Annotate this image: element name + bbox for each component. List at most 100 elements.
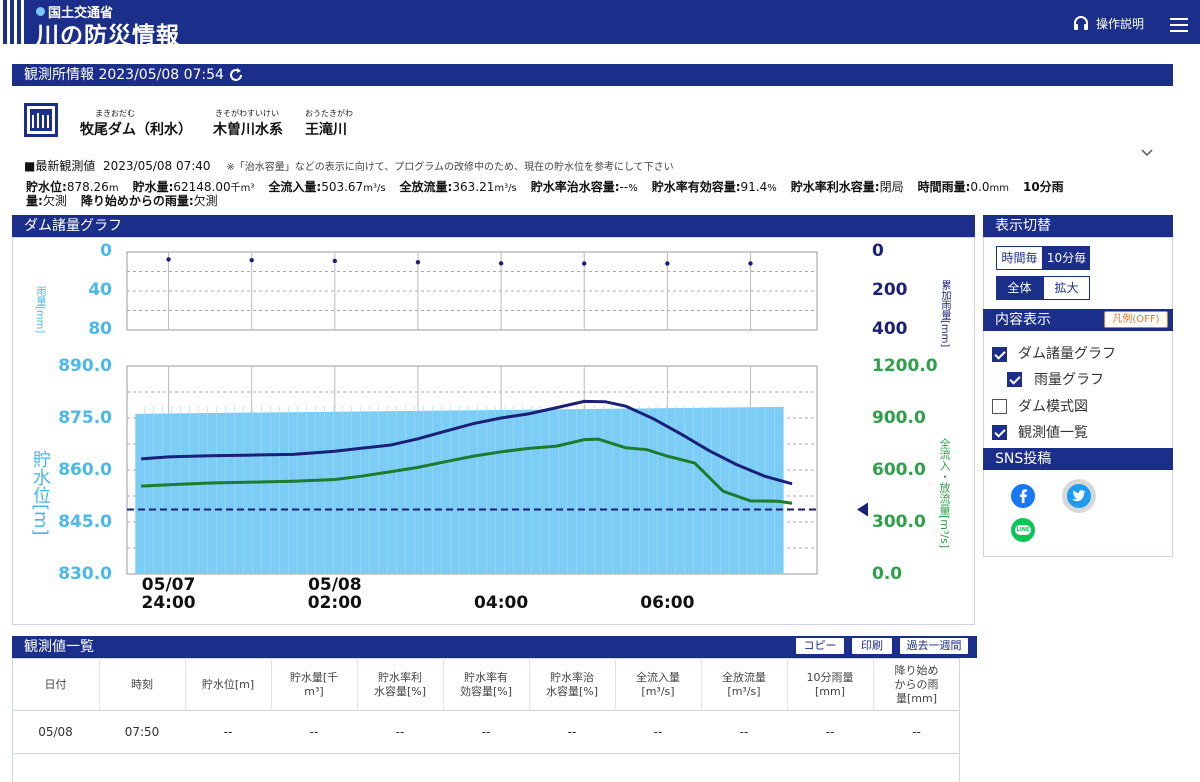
latest-item-label: 貯水率有効容量:: [651, 180, 741, 194]
graph-title: ダム諸量グラフ: [24, 218, 122, 234]
table-header-line: 降り始め: [894, 664, 939, 677]
latest-item-label: 全流入量:: [268, 180, 322, 194]
x-tick-date: 05/08: [308, 575, 362, 595]
table-header-line: 全流入量: [636, 671, 680, 684]
x-tick-label: 05/07 24:00: [129, 576, 209, 612]
table-cell: 07:50: [124, 725, 160, 739]
latest-item-unit: mm: [989, 183, 1009, 194]
print-button[interactable]: 印刷: [851, 637, 893, 655]
cumulative-rain-point: [582, 261, 587, 266]
sns-bar: SNS投稿: [983, 448, 1173, 470]
ten-min-toggle[interactable]: 10分毎: [1043, 246, 1090, 270]
refresh-icon[interactable]: [228, 67, 244, 83]
cumulative-rain-axis-title: 累加雨量[mm]: [939, 280, 950, 348]
dam-graph-checkbox[interactable]: [992, 347, 1007, 362]
table-header-cell: 貯水率有 効容量[%]: [443, 671, 529, 699]
hourly-toggle[interactable]: 時間毎: [996, 246, 1043, 270]
dam-graph-label: ダム諸量グラフ: [1018, 346, 1116, 362]
latest-item-label: 量:: [26, 194, 43, 208]
x-tick-date: [461, 576, 541, 594]
chevron-down-icon[interactable]: [1140, 148, 1154, 158]
app-header: 国土交通省 川の防災情報 操作説明: [0, 0, 1200, 49]
display-switch-title: 表示切替: [995, 218, 1051, 234]
hamburger-menu-icon[interactable]: [1170, 18, 1188, 32]
table-header-line: 水容量[%]: [545, 685, 599, 698]
table-header-line: 貯水量[千: [289, 671, 339, 684]
table-header-line: [m³/s]: [727, 685, 761, 698]
station-info-bar: 観測所情報 2023/05/08 07:54: [12, 64, 1173, 86]
table-header-line: 量[mm]: [895, 692, 937, 705]
table-header-line: からの雨: [894, 678, 939, 691]
flow-axis-title: 全流入・放流量[m³/s]: [938, 438, 951, 549]
river-ruby: おうたきがわ: [305, 109, 353, 118]
table-col-separator: [99, 658, 100, 710]
latest-item-unit: m³/s: [363, 183, 386, 194]
app-title[interactable]: 川の防災情報: [36, 16, 180, 50]
flow-tick-label: 600.0: [872, 460, 926, 480]
table-header-line: 貯水率治: [550, 671, 594, 684]
rain-right-tick-label: 200: [872, 280, 908, 300]
latest-item-label: 降り始めからの雨量:: [80, 194, 194, 208]
flow-tick-label: 1200.0: [872, 356, 938, 376]
table-header-cell: 貯水率利 水容量[%]: [357, 671, 443, 699]
table-col-separator: [529, 658, 530, 710]
latest-item-unit: %: [628, 183, 638, 194]
headphone-icon: [1074, 16, 1088, 30]
table-col-separator: [701, 658, 702, 710]
latest-item-value: --: [619, 180, 629, 194]
station-name: 牧尾ダム（利水）: [80, 122, 192, 138]
ministry-logo-icon: [36, 7, 45, 16]
graph-title-bar: ダム諸量グラフ: [12, 215, 975, 237]
dam-chart: [126, 251, 868, 575]
table-header-line: 日付: [44, 678, 67, 691]
level-tick-label: 875.0: [58, 408, 112, 428]
table-header-line: [mm]: [814, 685, 845, 698]
latest-time: 2023/05/08 07:40: [102, 159, 211, 173]
table-header-line: 貯水率有: [464, 671, 508, 684]
twitter-icon[interactable]: [1062, 479, 1096, 513]
help-label: 操作説明: [1096, 16, 1145, 31]
legend-toggle-button[interactable]: 凡例(OFF): [1104, 311, 1168, 328]
x-tick-label: 05/08 02:00: [295, 576, 375, 612]
latest-item-value: 閉局: [879, 180, 904, 194]
table-header-line: 貯水率利: [378, 671, 422, 684]
latest-item-label: 貯水率治水容量:: [530, 180, 620, 194]
table-col-separator: [873, 658, 874, 710]
latest-item-value: 0.0: [970, 180, 990, 194]
rain-left-tick-label: 80: [88, 319, 112, 339]
rain-right-tick-label: 0: [872, 241, 884, 261]
latest-item-unit: 千m³: [230, 183, 255, 194]
latest-item-value: 503.67: [321, 180, 364, 194]
table-header-line: m³]: [304, 685, 324, 698]
cumulative-rain-point: [498, 261, 504, 266]
line-icon[interactable]: LINE: [1011, 518, 1035, 542]
zoom-toggle[interactable]: 拡大: [1043, 276, 1090, 300]
observation-list-checkbox[interactable]: [992, 425, 1007, 440]
table-col-separator: [185, 658, 186, 710]
cumulative-rain-point: [415, 259, 421, 265]
all-view-toggle[interactable]: 全体: [996, 276, 1043, 300]
facebook-icon[interactable]: [1011, 484, 1035, 508]
help-button[interactable]: 操作説明: [1072, 14, 1144, 32]
table-cell: --: [309, 725, 319, 739]
cumulative-rain-point: [166, 257, 171, 262]
flow-tick-label: 900.0: [872, 408, 926, 428]
table-header-cell: 全放流量 [m³/s]: [701, 671, 787, 699]
dam-diagram-checkbox[interactable]: [992, 399, 1007, 414]
rain-graph-checkbox[interactable]: [1007, 372, 1022, 387]
sns-title: SNS投稿: [995, 451, 1052, 467]
table-col-separator: [615, 658, 616, 710]
dam-icon: [24, 103, 58, 137]
table-header-cell: 10分雨量 [mm]: [787, 671, 873, 699]
line-icon-text: LINE: [1015, 525, 1031, 535]
table-header-line: 時刻: [131, 678, 153, 691]
copy-button[interactable]: コピー: [795, 637, 845, 655]
table-header-cell: 日付: [12, 678, 99, 692]
flow-tick-label: 300.0: [872, 512, 926, 532]
table-col-separator: [787, 658, 788, 710]
dam-diagram-label: ダム模式図: [1018, 399, 1088, 415]
latest-item-value: 91.4: [740, 180, 768, 194]
table-cell: --: [395, 725, 405, 739]
past-week-button[interactable]: 過去一週間: [899, 637, 969, 655]
chart-rain-points: [166, 257, 753, 266]
